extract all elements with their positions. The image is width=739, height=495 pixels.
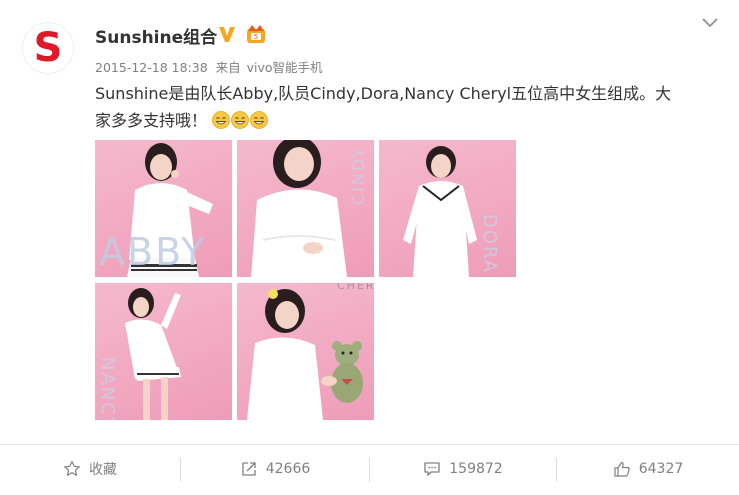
comment-count: 159872 bbox=[449, 461, 503, 477]
comment-icon bbox=[424, 462, 440, 476]
grin-emoji-icon bbox=[250, 111, 269, 129]
photo-cindy[interactable]: CINDY bbox=[237, 140, 374, 277]
photo-nancy[interactable]: NANCY bbox=[95, 283, 232, 420]
photo-label: CINDY bbox=[349, 146, 368, 206]
photo-abby[interactable]: ABBY bbox=[95, 140, 232, 277]
comment-button[interactable]: 159872 bbox=[370, 452, 556, 486]
thumbs-up-icon bbox=[614, 461, 630, 477]
share-icon bbox=[242, 462, 256, 476]
star-icon bbox=[64, 460, 80, 476]
post-text-line1: Sunshine是由队长Abby,队员Cindy,Dora,Nancy Cher… bbox=[95, 84, 672, 103]
weibo-post-card: S Sunshine组合 5 2015-12-18 18:38 来自 vivo智… bbox=[0, 0, 739, 495]
repost-count: 42666 bbox=[265, 461, 311, 477]
like-button[interactable]: 64327 bbox=[557, 452, 739, 486]
photo-label: ABBY bbox=[99, 230, 207, 274]
favorite-label: 收藏 bbox=[89, 462, 117, 478]
grin-emoji-icon bbox=[231, 111, 250, 129]
verified-v-icon[interactable] bbox=[217, 24, 237, 44]
photo-label: DORA bbox=[479, 214, 500, 275]
post-text-line2: 家多多支持哦！ bbox=[95, 111, 208, 130]
favorite-button[interactable]: 收藏 bbox=[0, 452, 180, 486]
avatar-logo: S bbox=[33, 25, 63, 71]
photo-dora[interactable]: DORA bbox=[379, 140, 516, 277]
avatar[interactable]: S bbox=[22, 22, 74, 74]
source-prefix: 来自 bbox=[215, 60, 241, 75]
post-text: Sunshine是由队长Abby,队员Cindy,Dora,Nancy Cher… bbox=[95, 80, 715, 134]
grin-emoji-icon bbox=[212, 111, 231, 129]
girl-with-teddy-illustration bbox=[247, 289, 363, 420]
chevron-down-icon[interactable] bbox=[700, 16, 720, 30]
action-bar-divider bbox=[0, 444, 739, 445]
photo-label: NANCY bbox=[97, 357, 118, 420]
photo-label: CHERYL bbox=[337, 283, 374, 292]
svg-text:5: 5 bbox=[254, 33, 258, 41]
post-timestamp[interactable]: 2015-12-18 18:38 bbox=[95, 60, 208, 75]
author-name[interactable]: Sunshine组合 bbox=[95, 23, 217, 48]
vip-crown-icon[interactable]: 5 bbox=[245, 23, 267, 45]
photo-cheryl[interactable]: CHERYL bbox=[237, 283, 374, 420]
post-meta: 2015-12-18 18:38 来自 vivo智能手机 bbox=[95, 57, 327, 76]
post-source[interactable]: vivo智能手机 bbox=[247, 60, 323, 75]
like-count: 64327 bbox=[638, 461, 684, 477]
repost-button[interactable]: 42666 bbox=[181, 452, 369, 486]
